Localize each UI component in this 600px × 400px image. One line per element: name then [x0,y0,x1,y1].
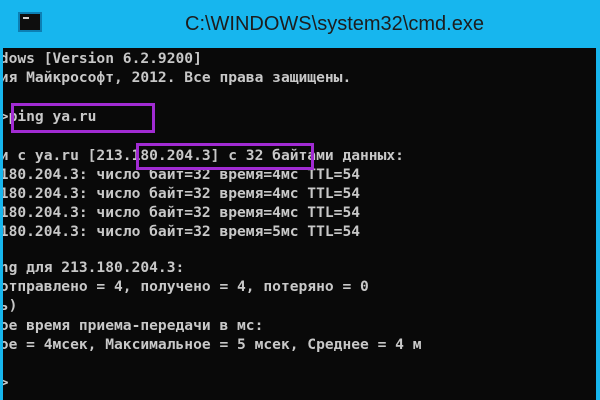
statistics-line: отправлено = 4, получено = 4, потеряно =… [3,278,369,295]
statistics-line: ное время приема-передачи в мс: [3,317,264,334]
cmd-window: C:\WINDOWS\system32\cmd.exe ndows [Versi… [0,0,600,400]
window-frame-right [596,48,600,400]
ip-highlight [136,143,314,170]
statistics-line: рь) [3,297,18,314]
prompt-line: 4> [3,374,9,391]
statistics-line: ing для 213.180.204.3: [3,259,185,276]
console-icon [18,12,42,32]
window-title: C:\WINDOWS\system32\cmd.exe [185,13,484,35]
console-line: ния Майкрософт, 2012. Все права защищены… [3,69,352,86]
ping-reply-line: .180.204.3: число байт=32 время=4мс TTL=… [3,185,361,202]
statistics-line: ное = 4мсек, Максимальное = 5 мсек, Сред… [3,336,422,353]
console-line: ndows [Version 6.2.9200] [3,50,202,67]
ping-reply-line: .180.204.3: число байт=32 время=4мс TTL=… [3,204,361,221]
console-output[interactable]: ndows [Version 6.2.9200] ния Майкрософт,… [3,48,596,400]
ping-reply-line: .180.204.3: число байт=32 время=5мс TTL=… [3,223,361,240]
command-highlight [11,103,155,133]
title-bar[interactable]: C:\WINDOWS\system32\cmd.exe [0,0,600,48]
